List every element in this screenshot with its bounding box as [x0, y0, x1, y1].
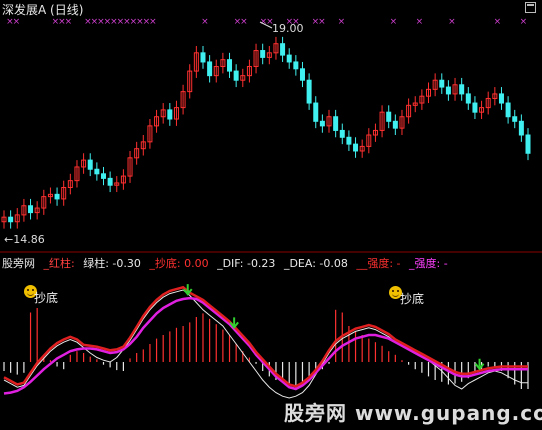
- indicator-legend: 股旁网 _红柱: 绿柱: -0.30 _抄底: 0.00 _DIF: -0.23…: [2, 255, 453, 271]
- legend-bottom: _抄底: 0.00: [149, 257, 209, 270]
- indicator-name[interactable]: 股旁网: [2, 257, 35, 270]
- indicator-chart[interactable]: [0, 0, 542, 430]
- low-price-label: ←14.86: [4, 233, 45, 246]
- signal-label: 抄底: [34, 291, 59, 305]
- window-title: 深发展A (日线): [2, 3, 84, 17]
- legend-green-bar: 绿柱: -0.30: [83, 257, 141, 270]
- legend-dea: _DEA: -0.08: [283, 257, 348, 270]
- legend-strength-red: __强度: -: [356, 257, 401, 270]
- watermark: 股旁网 www.gupang.com: [284, 401, 542, 425]
- chart-window: × × × × × × × × × × × × × × × × × × × × × × × × × × × × × × × 深发展A (日线…: [0, 0, 542, 430]
- maximize-icon[interactable]: [525, 2, 536, 13]
- legend-red-bar: _红柱:: [43, 257, 79, 270]
- high-price-label: 19.00: [272, 22, 304, 35]
- legend-dif: _DIF: -0.23: [217, 257, 276, 270]
- signal-label: 抄底: [400, 292, 425, 306]
- legend-strength-purple: _强度: -: [409, 257, 448, 270]
- sell-arrow-icon: [474, 358, 485, 371]
